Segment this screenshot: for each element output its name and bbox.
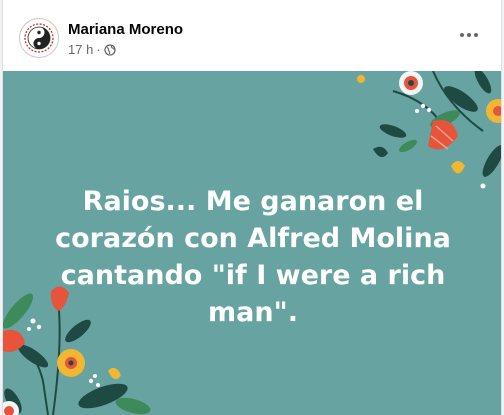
meta-separator: · bbox=[96, 42, 101, 57]
yin-yang-icon bbox=[24, 23, 54, 53]
author-name[interactable]: Mariana Moreno bbox=[68, 21, 183, 38]
floral-decoration-top-right bbox=[357, 71, 501, 189]
post-card: Mariana Moreno 17 h · Raios... Me ganaro… bbox=[2, 0, 502, 415]
more-options-icon[interactable] bbox=[455, 25, 483, 45]
post-background: Raios... Me ganaron el corazón con Alfre… bbox=[3, 71, 501, 415]
post-text: Raios... Me ganaron el corazón con Alfre… bbox=[55, 186, 451, 328]
post-time[interactable]: 17 h bbox=[68, 42, 93, 57]
post-meta: 17 h · bbox=[68, 42, 116, 57]
globe-icon bbox=[104, 43, 116, 56]
avatar[interactable] bbox=[19, 18, 59, 58]
post-header: Mariana Moreno 17 h · bbox=[3, 0, 501, 71]
